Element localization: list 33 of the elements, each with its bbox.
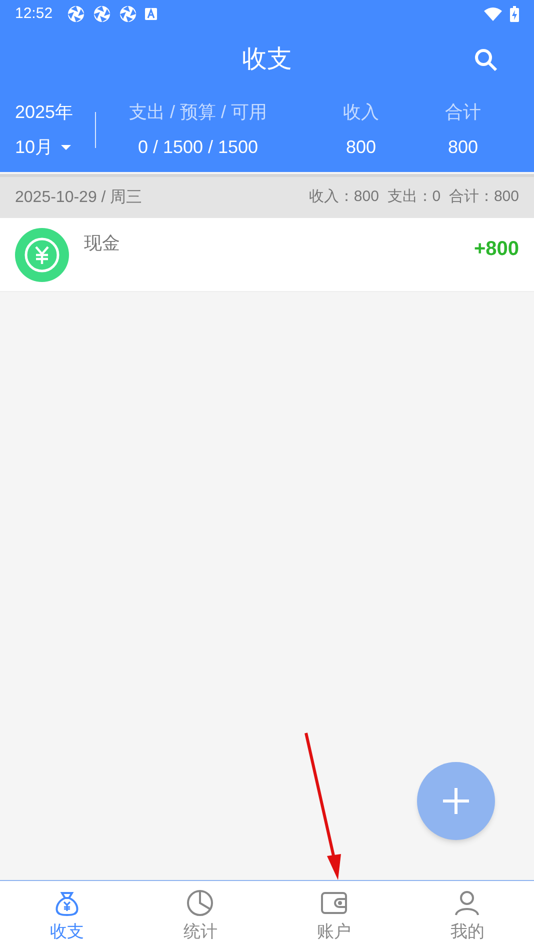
nav-tab[interactable]: 我的 xyxy=(400,881,534,950)
plus-icon xyxy=(443,788,469,814)
nav-tab[interactable]: 收支 xyxy=(0,881,134,950)
nav-tab[interactable]: 账户 xyxy=(267,881,400,950)
notification-icon xyxy=(66,5,85,23)
person-icon xyxy=(453,889,482,917)
transaction-row[interactable]: 现金 +800 xyxy=(0,218,534,292)
page-title: 收支 xyxy=(242,44,292,76)
amount: +800 xyxy=(474,237,519,262)
summary-label: 支出 / 预算 / 可用 xyxy=(128,101,267,124)
year-label: 2025年 xyxy=(15,101,74,124)
notification-icon xyxy=(92,5,111,23)
summary-label: 收入 xyxy=(343,101,379,124)
wallet-icon xyxy=(320,889,348,917)
cash-icon xyxy=(15,228,69,282)
dropdown-icon xyxy=(61,145,72,150)
app-notification-icon xyxy=(144,8,157,20)
summary-value: 800 xyxy=(346,136,376,159)
day-totals: 收入：800 支出：0 合计：800 xyxy=(308,187,519,208)
battery-icon xyxy=(510,6,519,22)
notification-icon xyxy=(118,5,137,23)
search-icon[interactable] xyxy=(474,48,498,72)
account-name: 现金 xyxy=(84,232,120,255)
nav-tab[interactable]: 统计 xyxy=(134,881,267,950)
wifi-icon xyxy=(484,7,502,21)
pie-chart-icon xyxy=(186,889,214,917)
day-date: 2025-10-29 / 周三 xyxy=(15,188,142,208)
summary-value: 0 / 1500 / 1500 xyxy=(138,136,258,159)
status-time: 12:52 xyxy=(15,4,53,24)
money-bag-icon xyxy=(52,889,81,917)
summary-label: 合计 xyxy=(445,101,481,124)
month-picker[interactable]: 10月 xyxy=(15,134,93,161)
summary-value: 800 xyxy=(448,136,478,159)
